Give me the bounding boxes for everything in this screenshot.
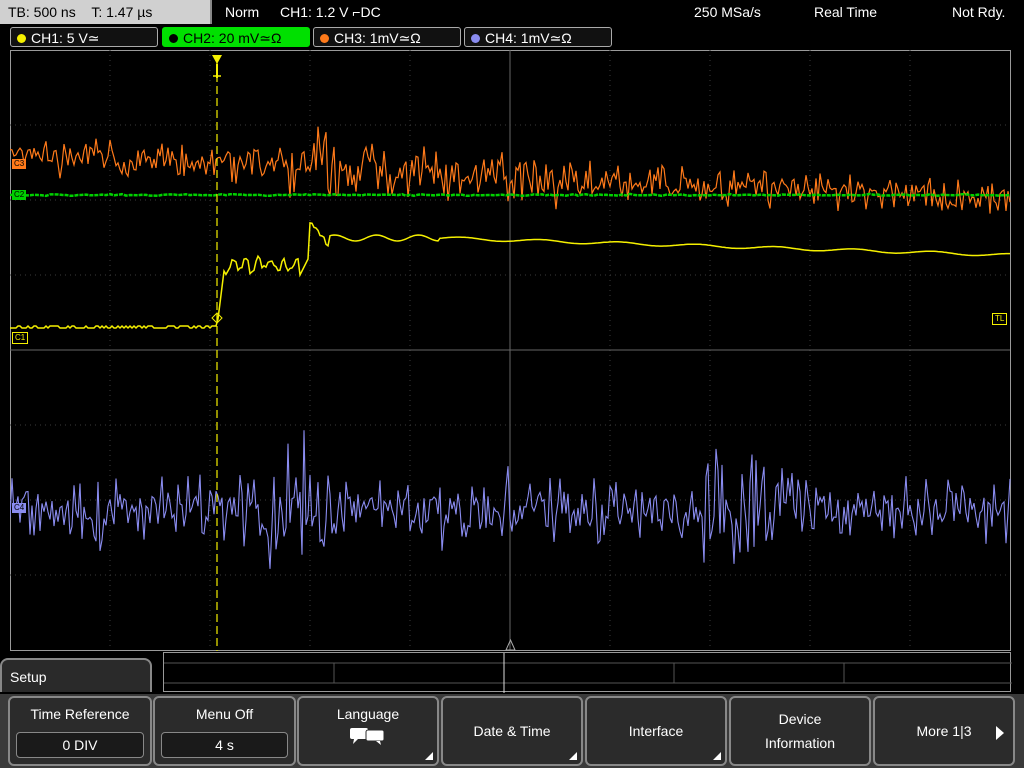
timeline-svg <box>164 653 1012 693</box>
interface-softkey[interactable]: Interface <box>585 696 727 766</box>
channel-1-label: CH1: 5 V≃ <box>31 30 100 46</box>
channel-3-label: CH3: 1mV≃Ω <box>334 30 421 46</box>
menu-off-value: 4 s <box>161 732 288 758</box>
channel-2-label: CH2: 20 mV≃Ω <box>183 30 282 46</box>
submenu-indicator-icon <box>569 752 577 760</box>
trigger-mode-label[interactable]: Norm <box>225 0 259 24</box>
acquisition-mode-label[interactable]: Real Time <box>814 0 877 24</box>
channel-1-marker[interactable]: C1 <box>12 332 29 344</box>
time-reference-label: Time Reference <box>30 706 130 722</box>
timebase-label: TB: 500 ns <box>8 4 76 20</box>
waveform-display[interactable]: C3 C2 C1 C4 TL <box>10 50 1011 651</box>
channel-1-button[interactable]: CH1: 5 V≃ <box>10 27 158 47</box>
time-reference-softkey[interactable]: Time Reference 0 DIV <box>8 696 152 766</box>
submenu-indicator-icon <box>713 752 721 760</box>
channel-3-dot-icon <box>320 33 329 43</box>
channel-1-dot-icon <box>17 33 26 43</box>
language-label: Language <box>336 706 400 722</box>
date-time-softkey[interactable]: Date & Time <box>441 696 583 766</box>
channel-4-dot-icon <box>471 33 480 43</box>
menu-area: Setup Time Reference 0 DIV Menu Off 4 s … <box>0 652 1024 768</box>
channel-4-label: CH4: 1mV≃Ω <box>485 30 572 46</box>
trigger-time-label: T: 1.47 µs <box>91 4 153 20</box>
channel-2-marker[interactable]: C2 <box>12 190 27 200</box>
time-reference-value: 0 DIV <box>16 732 144 758</box>
channel-4-marker[interactable]: C4 <box>12 503 27 513</box>
channel-bar: CH1: 5 V≃ CH2: 20 mV≃Ω CH3: 1mV≃Ω CH4: 1… <box>0 25 1024 49</box>
timeline-overview[interactable] <box>163 652 1012 693</box>
device-information-label-1: Device <box>778 711 822 727</box>
device-information-label-2: Information <box>764 735 836 751</box>
channel-3-marker[interactable]: C3 <box>12 159 27 169</box>
language-softkey[interactable]: Language <box>297 696 439 766</box>
acquisition-status-label: Not Rdy. <box>952 4 1006 20</box>
channel-4-button[interactable]: CH4: 1mV≃Ω <box>464 27 612 47</box>
channel-3-button[interactable]: CH3: 1mV≃Ω <box>313 27 461 47</box>
date-time-label: Date & Time <box>473 723 551 739</box>
trigger-info-label[interactable]: CH1: 1.2 V ⌐DC <box>280 0 381 24</box>
channel-2-button[interactable]: CH2: 20 mV≃Ω <box>162 27 310 47</box>
timebase-box[interactable]: TB: 500 ns T: 1.47 µs <box>0 0 212 24</box>
arrow-right-icon <box>996 726 1004 740</box>
waveform-canvas[interactable] <box>10 50 1011 651</box>
menu-off-label: Menu Off <box>195 706 254 722</box>
speech-bubbles-icon <box>350 728 385 745</box>
menu-off-softkey[interactable]: Menu Off 4 s <box>153 696 296 766</box>
device-information-softkey[interactable]: Device Information <box>729 696 871 766</box>
status-bar: TB: 500 ns T: 1.47 µs Norm CH1: 1.2 V ⌐D… <box>0 0 1024 24</box>
interface-label: Interface <box>628 723 684 739</box>
submenu-indicator-icon <box>425 752 433 760</box>
trigger-level-marker[interactable]: TL <box>992 313 1008 325</box>
more-softkey[interactable]: More 1|3 <box>873 696 1015 766</box>
sample-rate-label: 250 MSa/s <box>694 4 761 20</box>
more-label: More 1|3 <box>916 723 972 739</box>
channel-2-dot-icon <box>169 33 178 43</box>
menu-title: Setup <box>0 658 152 692</box>
softkey-bar: Time Reference 0 DIV Menu Off 4 s Langua… <box>0 694 1024 768</box>
